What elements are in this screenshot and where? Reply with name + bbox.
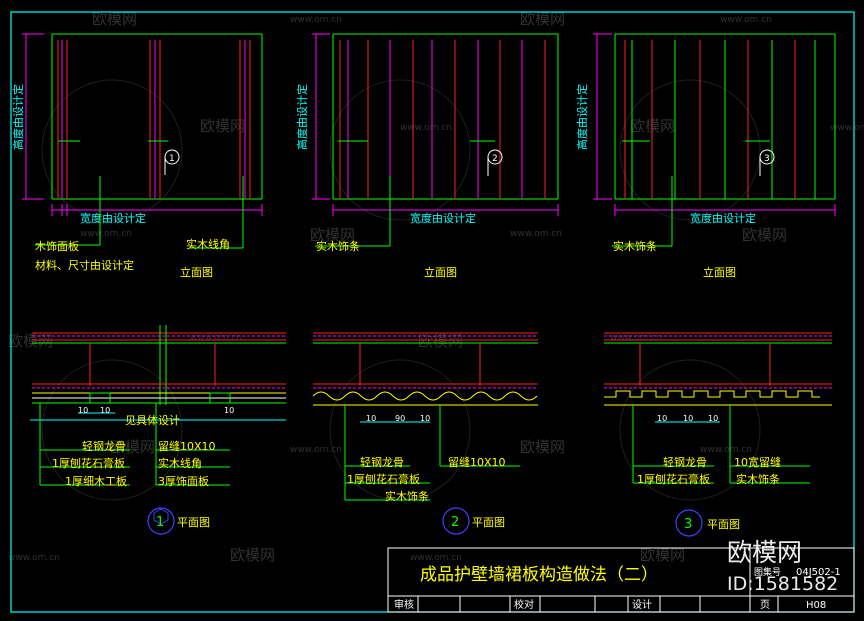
plan-1-label-gypsum: 1厚刨花石膏板 <box>52 456 125 470</box>
elev-1-caption: 立面图 <box>180 265 213 279</box>
plan-3-label-gap: 10宽留缝 <box>734 455 781 469</box>
watermark-brand: 欧模网 <box>630 117 675 135</box>
watermark-url: www.om.cn <box>610 333 662 343</box>
plan-1-dim-c: 10 <box>224 406 234 415</box>
plan-2-dim-b: 90 <box>395 414 405 423</box>
elev-2-label-trim: 实木饰条 <box>316 239 360 253</box>
tb-check: 校对 <box>514 598 534 611</box>
plan-1: 见具体设计 10 10 10 轻钢龙骨 1厚刨花石膏板 1厚细木工板 留缝10X… <box>30 325 286 535</box>
plan-2: 10 90 10 轻钢龙骨 1厚刨花石膏板 实木饰条 留缝10X10 2 平面图 <box>312 332 538 535</box>
watermark-brand: 欧模网 <box>92 10 137 28</box>
watermark-url: www.om.cn <box>80 229 132 239</box>
elevation-3: 高度由设计定 宽度由设计定 3 实木饰条 立面图 <box>575 33 836 279</box>
plan-1-label-veneer: 3厚饰面板 <box>158 474 209 488</box>
watermark-url: www.om.cn <box>700 445 752 455</box>
plan-1-label-stud: 轻钢龙骨 <box>82 439 126 453</box>
plan-2-label-gypsum: 1厚刨花石膏板 <box>347 472 420 486</box>
plan-1-note: 见具体设计 <box>125 413 180 427</box>
elev-1-label-molding: 实木线角 <box>186 237 230 251</box>
plan-1-label-molding: 实木线角 <box>158 456 202 470</box>
watermark-url: www.om.cn <box>400 123 452 133</box>
plan-1-label-blockboard: 1厚细木工板 <box>65 474 127 488</box>
plan-2-dim-a: 10 <box>366 414 376 423</box>
elev-1-height-dim: 高度由设计定 <box>11 84 25 150</box>
watermark-url: www.om.cn <box>290 15 342 25</box>
elev-3-height-dim: 高度由设计定 <box>575 84 589 150</box>
elev-3-width-dim: 宽度由设计定 <box>690 211 756 225</box>
elev-2-callout: 2 <box>492 154 498 164</box>
elevation-1: 高度由设计定 宽度由设计定 1 木饰面板 材料、尺寸由设计定 实木线角 立面图 <box>11 33 263 279</box>
plan-3-dim-a: 10 <box>657 414 667 423</box>
elev-3-label-trim: 实木饰条 <box>613 239 657 253</box>
plan-2-caption: 平面图 <box>472 516 505 529</box>
plan-2-label-trim: 实木饰条 <box>385 489 429 503</box>
tb-review: 审核 <box>394 598 414 611</box>
watermark-url: www.om.cn <box>720 15 772 25</box>
elev-1-width-dim: 宽度由设计定 <box>80 211 146 225</box>
tb-page-label: 页 <box>760 599 770 611</box>
watermark-logo-text: 欧模网 <box>727 538 802 567</box>
watermark-brand: 欧模网 <box>200 117 245 135</box>
elev-2-height-dim: 高度由设计定 <box>295 84 309 150</box>
watermark-url: www.om.cn <box>8 553 60 563</box>
plan-3-label-gypsum: 1厚刨花石膏板 <box>637 472 710 486</box>
plan-3-dim-b: 10 <box>683 414 693 423</box>
watermark-url: www.om.cn <box>290 445 342 455</box>
watermark-brand: 欧模网 <box>418 332 463 350</box>
plan-3-caption: 平面图 <box>707 518 740 531</box>
tb-page-number: H08 <box>806 600 826 611</box>
watermark-id: ID:1581582 <box>727 573 838 595</box>
plan-1-caption: 平面图 <box>177 516 210 529</box>
plan-3-label-stud: 轻钢龙骨 <box>663 455 707 469</box>
watermark-brand: 欧模网 <box>742 226 787 244</box>
watermark-url: www.om.cn <box>510 229 562 239</box>
watermark-brand: 欧模网 <box>520 10 565 28</box>
elevation-2: 高度由设计定 宽度由设计定 2 实木饰条 立面图 <box>295 33 559 279</box>
plan-2-label-stud: 轻钢龙骨 <box>360 455 404 469</box>
plan-3-dim-c: 10 <box>708 414 718 423</box>
plan-1-dim-a: 10 <box>78 406 88 415</box>
plan-3-label-trim: 实木饰条 <box>736 472 780 486</box>
watermark-brand: 欧模网 <box>520 438 565 456</box>
plan-2-dim-c: 10 <box>420 414 430 423</box>
plan-1-label-gap: 留缝10X10 <box>158 439 216 453</box>
cad-drawing: 欧模网 欧模网 www.om.cn www.om.cn 欧模网 欧模网 www.… <box>8 10 864 613</box>
plan-3-number: 3 <box>684 517 692 532</box>
watermark-brand: 欧模网 <box>230 546 275 564</box>
elev-3-caption: 立面图 <box>703 265 736 279</box>
elev-3-callout: 3 <box>764 154 770 164</box>
elev-1-callout: 1 <box>169 154 175 164</box>
watermark-url: www.om.cn <box>190 333 242 343</box>
drawing-title: 成品护壁墙裙板构造做法（二） <box>420 565 658 585</box>
plan-1-dim-b: 10 <box>100 406 110 415</box>
plan-2-number: 2 <box>451 515 459 530</box>
plan-3: 10 10 10 轻钢龙骨 1厚刨花石膏板 10宽留缝 实木饰条 3 平面图 <box>604 332 832 537</box>
plan-2-label-gap: 留缝10X10 <box>448 455 506 469</box>
tb-design: 设计 <box>632 598 652 611</box>
watermark-brand: 欧模网 <box>8 332 53 350</box>
watermark-brand: 欧模网 <box>640 546 685 564</box>
elev-1-label-panel: 木饰面板 <box>35 239 79 253</box>
elev-2-width-dim: 宽度由设计定 <box>410 211 476 225</box>
plan-1-number: 1 <box>156 515 164 530</box>
watermark-url: www.om.cn <box>410 553 462 563</box>
elev-2-caption: 立面图 <box>424 265 457 279</box>
elev-1-label-material: 材料、尺寸由设计定 <box>35 258 134 272</box>
